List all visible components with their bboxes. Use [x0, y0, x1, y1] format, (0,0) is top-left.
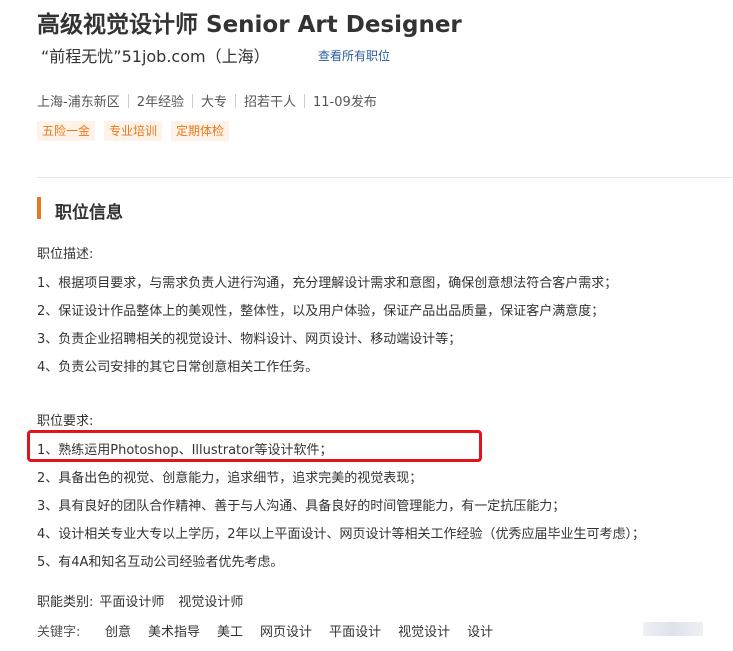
category-item[interactable]: 平面设计师 — [99, 591, 164, 610]
meta-separator — [191, 93, 193, 108]
meta-separator — [235, 93, 236, 108]
requirement-item: 5、有4A和知名互动公司经验者优先考虑。 — [37, 555, 284, 570]
meta-post-date: 11-09发布 — [313, 95, 377, 110]
category-item[interactable]: 视觉设计师 — [178, 591, 243, 610]
keyword-link[interactable]: 美工 — [217, 621, 243, 640]
meta-experience: 2年经验 — [136, 95, 184, 110]
keyword-link[interactable]: 设计 — [467, 621, 493, 640]
category-label: 职能类别: — [37, 595, 94, 610]
benefit-tag: 五险一金 — [37, 121, 96, 141]
job-title: 高级视觉设计师 Senior Art Designer — [37, 12, 462, 38]
keyword-link[interactable]: 创意 — [105, 621, 131, 640]
benefit-tags: 五险一金 专业培训 定期体检 — [37, 121, 230, 141]
company-name[interactable]: “前程无忧”51job.com（上海） — [41, 43, 270, 67]
description-heading: 职位描述: — [37, 247, 94, 262]
job-meta-row: 上海-浦东新区 2年经验 大专 招若干人 11-09发布 — [37, 91, 377, 110]
description-item: 4、负责公司安排的其它日常创意相关工作任务。 — [37, 360, 319, 375]
keyword-link[interactable]: 平面设计 — [329, 621, 381, 640]
benefit-tag: 定期体检 — [171, 121, 230, 141]
divider — [37, 177, 733, 178]
highlight-box — [27, 430, 482, 462]
meta-separator — [127, 93, 129, 108]
meta-education: 大专 — [200, 95, 227, 110]
meta-location: 上海-浦东新区 — [37, 95, 120, 110]
keyword-link[interactable]: 美术指导 — [148, 621, 200, 640]
description-item: 2、保证设计作品整体上的美观性，整体性，以及用户体验，保证产品出品质量，保证客户… — [37, 304, 605, 319]
keyword-link[interactable]: 视觉设计 — [398, 621, 450, 640]
keyword-link[interactable]: 网页设计 — [260, 621, 312, 640]
description-item: 1、根据项目要求，与需求负责人进行沟通，充分理解设计需求和意图，确保创意想法符合… — [37, 276, 618, 291]
keywords-label: 关键字: — [37, 625, 81, 640]
keywords-row: 关键字: 创意 美术指导 美工 网页设计 平面设计 视觉设计 设计 — [37, 621, 510, 640]
meta-separator — [304, 93, 306, 108]
requirement-item: 2、具备出色的视觉、创意能力，追求细节，追求完美的视觉表现； — [37, 471, 423, 486]
meta-headcount: 招若干人 — [244, 95, 297, 110]
blurred-area — [643, 622, 703, 636]
category-row: 职能类别: 平面设计师 视觉设计师 — [37, 591, 243, 610]
description-item: 3、负责企业招聘相关的视觉设计、物料设计、网页设计、移动端设计等； — [37, 332, 462, 347]
benefit-tag: 专业培训 — [104, 121, 163, 141]
section-accent-bar — [37, 197, 41, 219]
view-all-jobs-link[interactable]: 查看所有职位 — [318, 47, 390, 64]
requirements-heading: 职位要求: — [37, 414, 94, 429]
section-title: 职位信息 — [55, 203, 123, 223]
requirement-item: 4、设计相关专业大专以上学历，2年以上平面设计、网页设计等相关工作经验（优秀应届… — [37, 527, 646, 542]
requirement-item: 3、具有良好的团队合作精神、善于与人沟通、具备良好的时间管理能力，有一定抗压能力… — [37, 499, 566, 514]
